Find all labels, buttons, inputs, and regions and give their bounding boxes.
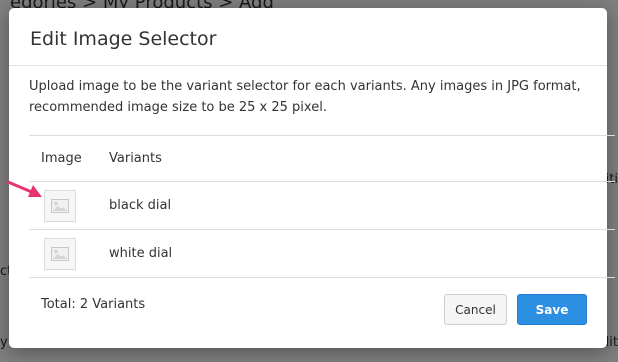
variant-name: white dial — [109, 229, 615, 278]
table-row: black dial — [29, 181, 615, 230]
modal-body: Upload image to be the variant selector … — [9, 76, 615, 278]
image-cell — [29, 229, 109, 278]
modal-description: Upload image to be the variant selector … — [29, 79, 581, 115]
modal-title: Edit Image Selector — [30, 28, 217, 50]
edit-image-selector-modal: Edit Image Selector Upload image to be t… — [9, 8, 615, 348]
image-upload-button[interactable] — [44, 189, 76, 222]
table-row: white dial — [29, 229, 615, 278]
image-placeholder-icon — [51, 246, 69, 261]
image-placeholder-icon — [51, 198, 69, 213]
cancel-button[interactable]: Cancel — [444, 294, 507, 325]
variant-name: black dial — [109, 181, 615, 230]
annotation-arrow-icon — [6, 180, 42, 197]
image-upload-button[interactable] — [44, 237, 76, 270]
modal-header: Edit Image Selector — [9, 8, 607, 66]
column-header-image: Image — [29, 135, 109, 182]
variant-total: Total: 2 Variants — [41, 297, 146, 312]
save-button[interactable]: Save — [517, 294, 587, 325]
variants-table: Image Variants black dial white dial — [29, 135, 615, 278]
column-header-variants: Variants — [109, 135, 615, 182]
modal-footer: Total: 2 Variants Cancel Save — [9, 278, 607, 348]
table-header-row: Image Variants — [29, 135, 615, 182]
